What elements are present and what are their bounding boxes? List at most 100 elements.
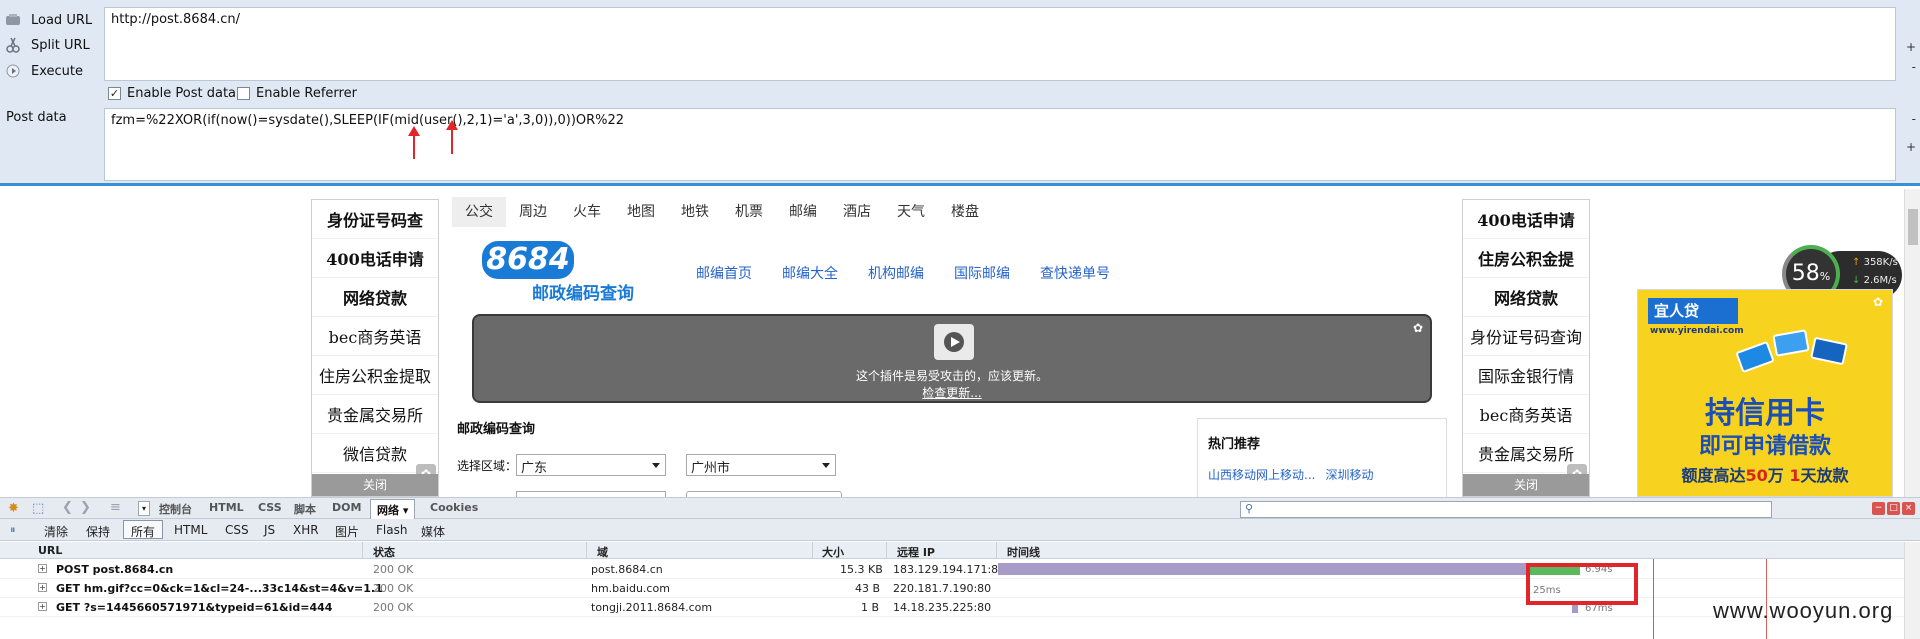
- filter-css[interactable]: CSS: [225, 523, 249, 537]
- city-select[interactable]: 广州市: [686, 454, 836, 476]
- tab-weather[interactable]: 天气: [884, 197, 938, 227]
- execute-button[interactable]: Execute: [0, 59, 100, 83]
- col-domain[interactable]: 域: [597, 544, 608, 560]
- clear-button[interactable]: 清除: [44, 523, 68, 540]
- url-scroll-up[interactable]: +: [1906, 40, 1916, 54]
- right-ad-item[interactable]: 国际金银行情: [1463, 356, 1589, 395]
- menu-icon[interactable]: ≡: [110, 500, 121, 515]
- enable-post-checkbox[interactable]: ✓ Enable Post data: [108, 86, 236, 101]
- tab-hotel[interactable]: 酒店: [830, 197, 884, 227]
- tab-cookies[interactable]: Cookies: [430, 501, 478, 514]
- check-update-link[interactable]: 检查更新...: [474, 384, 1430, 401]
- close-icon[interactable]: ×: [1902, 502, 1915, 515]
- left-ad-item[interactable]: 贵金属交易所: [312, 395, 438, 434]
- site-logo[interactable]: 8684 邮政编码查询: [482, 241, 642, 304]
- plugin-warning-text: 这个插件是易受攻击的，应该更新。: [855, 369, 1048, 383]
- filter-all[interactable]: 所有: [123, 520, 164, 539]
- credit-cards-illustration: [1728, 322, 1868, 382]
- firebug-bug-icon[interactable]: ✸: [8, 501, 19, 516]
- filter-flash[interactable]: Flash: [376, 523, 407, 537]
- hot-link[interactable]: 深圳移动: [1325, 466, 1373, 483]
- tab-map[interactable]: 地图: [614, 197, 668, 227]
- paw-icon[interactable]: ✿: [1408, 318, 1428, 338]
- tab-nearby[interactable]: 周边: [506, 197, 560, 227]
- paw-icon[interactable]: ✿: [1868, 292, 1888, 312]
- split-url-button[interactable]: Split URL: [0, 33, 100, 57]
- expand-icon[interactable]: +: [38, 564, 47, 573]
- post-scroll-down[interactable]: -: [1912, 112, 1916, 126]
- expand-icon[interactable]: +: [38, 583, 47, 592]
- tab-postcode[interactable]: 邮编: [776, 197, 830, 227]
- inspect-icon[interactable]: ⬚: [32, 501, 44, 516]
- tab-net[interactable]: 网络 ▾: [370, 499, 416, 519]
- tab-property[interactable]: 楼盘: [938, 197, 992, 227]
- left-ad-item[interactable]: 住房公积金提取: [312, 356, 438, 395]
- tab-metro[interactable]: 地铁: [668, 197, 722, 227]
- filter-images[interactable]: 图片: [335, 523, 359, 540]
- net-scrollbar[interactable]: [1904, 542, 1920, 639]
- url-scroll-down[interactable]: -: [1912, 60, 1916, 74]
- firebug-search-input[interactable]: ⚲: [1240, 501, 1772, 518]
- filter-js[interactable]: JS: [264, 523, 275, 537]
- right-ad-close-button[interactable]: 关闭: [1463, 474, 1589, 496]
- col-size[interactable]: 大小: [822, 544, 844, 560]
- forward-icon[interactable]: ❯: [80, 500, 91, 515]
- nav-link[interactable]: 国际邮编: [954, 263, 1010, 283]
- nav-link[interactable]: 邮编大全: [782, 263, 838, 283]
- post-data-textarea[interactable]: fzm=%22XOR(if(now()=sysdate(),SLEEP(IF(m…: [104, 108, 1896, 181]
- banner-brand: 宜人贷: [1648, 298, 1738, 324]
- loan-banner-ad[interactable]: 宜人贷 www.yirendai.com 持信用卡 即可申请借款 额度高达50万…: [1637, 289, 1893, 497]
- right-ad-item[interactable]: 网络贷款: [1463, 278, 1589, 317]
- back-icon[interactable]: ❮: [62, 500, 73, 515]
- hot-link[interactable]: 山西移动网上移动...: [1208, 466, 1315, 483]
- tab-html[interactable]: HTML: [209, 501, 244, 514]
- left-ad-item[interactable]: bec商务英语: [312, 317, 438, 356]
- red-arrow-annotation: [408, 126, 420, 159]
- left-ad-item[interactable]: 网络贷款: [312, 278, 438, 317]
- minimize-icon[interactable]: −: [1872, 502, 1885, 515]
- logo-text: 8684: [482, 241, 574, 279]
- nav-link[interactable]: 查快递单号: [1040, 263, 1110, 283]
- col-url[interactable]: URL: [38, 544, 62, 557]
- blocked-plugin-box[interactable]: 这个插件是易受攻击的，应该更新。 检查更新... ✿: [472, 314, 1432, 403]
- right-ad-item[interactable]: 400电话申请: [1463, 200, 1589, 239]
- timeline-marker: [1653, 559, 1654, 639]
- tab-train[interactable]: 火车: [560, 197, 614, 227]
- nav-link[interactable]: 邮编首页: [696, 263, 752, 283]
- detach-icon[interactable]: □: [1887, 502, 1900, 515]
- col-status[interactable]: 状态: [373, 544, 395, 560]
- col-timeline[interactable]: 时间线: [1007, 544, 1040, 560]
- tab-script[interactable]: 脚本: [294, 501, 316, 517]
- tab-css[interactable]: CSS: [258, 501, 282, 514]
- red-arrow-annotation: [446, 120, 458, 154]
- tab-bus[interactable]: 公交: [452, 197, 506, 227]
- nav-link[interactable]: 机构邮编: [868, 263, 924, 283]
- scroll-thumb[interactable]: [1908, 209, 1918, 245]
- left-ad-close-button[interactable]: 关闭: [312, 474, 438, 496]
- load-url-button[interactable]: Load URL: [0, 8, 100, 32]
- left-ad-item[interactable]: 400电话申请: [312, 239, 438, 278]
- load-url-icon: [5, 12, 21, 28]
- right-ad-item[interactable]: 住房公积金提: [1463, 239, 1589, 278]
- enable-referrer-checkbox[interactable]: Enable Referrer: [237, 86, 357, 101]
- tab-dom[interactable]: DOM: [332, 501, 361, 514]
- left-ad-item[interactable]: 身份证号码查: [312, 200, 438, 239]
- net-table-header: URL 状态 域 大小 远程 IP 时间线: [0, 542, 1904, 559]
- url-textarea[interactable]: http://post.8684.cn/: [104, 7, 1896, 81]
- province-select[interactable]: 广东: [516, 454, 666, 476]
- persist-button[interactable]: 保持: [86, 523, 110, 540]
- pause-icon[interactable]: ⏸: [10, 523, 16, 537]
- tab-console[interactable]: 控制台: [159, 501, 192, 517]
- filter-html[interactable]: HTML: [174, 523, 207, 537]
- chevron-down-icon[interactable]: ▾: [138, 501, 150, 516]
- right-ad-item[interactable]: bec商务英语: [1463, 395, 1589, 434]
- col-remote-ip[interactable]: 远程 IP: [897, 544, 935, 560]
- filter-xhr[interactable]: XHR: [293, 523, 319, 537]
- post-scroll-up[interactable]: +: [1906, 140, 1916, 154]
- filter-media[interactable]: 媒体: [421, 523, 445, 540]
- right-ad-item[interactable]: 身份证号码查询: [1463, 317, 1589, 356]
- tab-flight[interactable]: 机票: [722, 197, 776, 227]
- upload-speed: ↑ 358K/s: [1852, 257, 1898, 268]
- expand-icon[interactable]: +: [38, 602, 47, 611]
- page-scrollbar[interactable]: [1904, 189, 1920, 497]
